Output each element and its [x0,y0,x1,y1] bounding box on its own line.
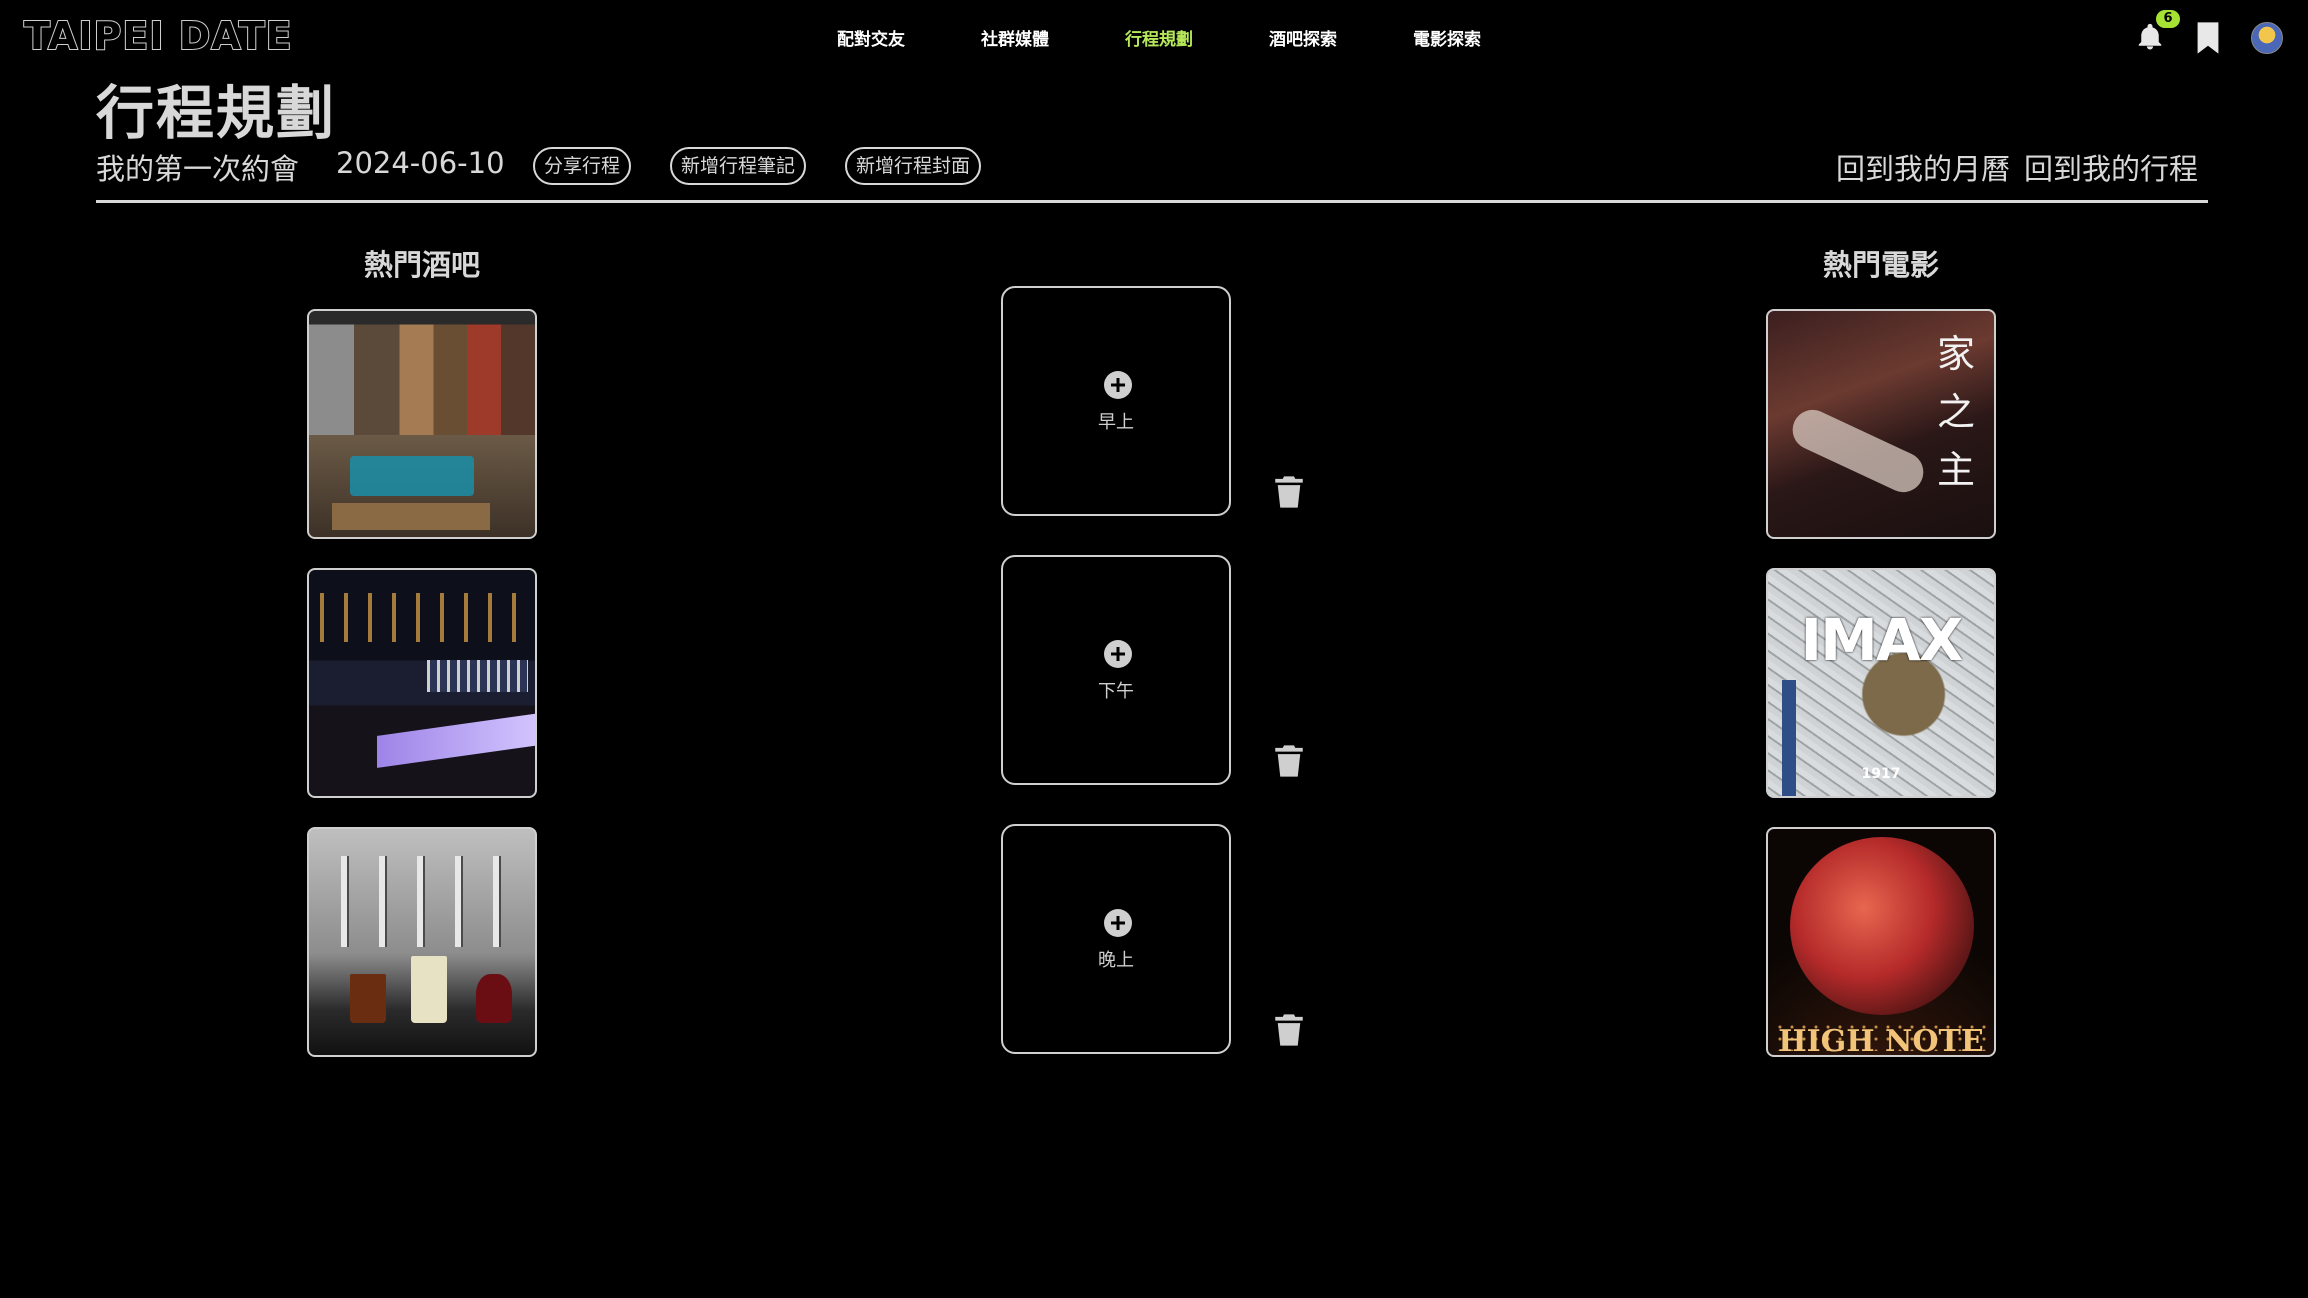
bar-photo-table [331,503,490,531]
trash-icon[interactable] [1274,1013,1304,1047]
add-trip-note-button[interactable]: 新增行程筆記 [670,147,807,185]
plus-circle-icon[interactable] [1103,370,1133,400]
popular-bars-title: 熱門酒吧 [363,248,481,282]
nav-item-movie-explore[interactable]: 電影探索 [1413,25,1481,50]
slot-label: 下午 [1098,681,1134,702]
movie-poster-imax-logo: IMAX [1800,606,1964,674]
trip-date: 2024-06-10 [336,146,505,180]
trip-name: 我的第一次約會 [96,152,300,186]
movie-card-1[interactable]: 家之主 [1766,309,1996,539]
back-to-trips-link[interactable]: 回到我的行程 [2024,146,2198,188]
bar-photo-rug [349,455,474,497]
back-to-calendar-link[interactable]: 回到我的月曆 [1836,146,2010,188]
bookmark-icon[interactable] [2195,21,2221,55]
page-title: 行程規劃 [96,79,337,147]
bar-photo-counter [376,711,535,768]
slot-label: 早上 [1098,412,1134,433]
trash-icon[interactable] [1274,475,1304,509]
nav-item-matching[interactable]: 配對交友 [837,25,905,50]
schedule-slot-afternoon[interactable]: 下午 [1001,555,1231,785]
bar-photo-taps [322,856,531,947]
nav-item-bar-explore[interactable]: 酒吧探索 [1269,25,1337,50]
slot-label: 晚上 [1098,950,1134,971]
plus-circle-icon[interactable] [1103,908,1133,938]
trash-icon[interactable] [1274,744,1304,778]
movie-poster-title: HIGH NOTE [1778,1024,1984,1057]
add-trip-cover-button[interactable]: 新增行程封面 [845,147,982,185]
bar-photo-shelf [426,660,529,693]
plus-circle-icon[interactable] [1103,639,1133,669]
movie-poster-title: 家之主 [1936,332,1975,492]
bar-photo-glass-wine [476,973,513,1024]
header-divider [96,200,2208,203]
popular-movies-title: 熱門電影 [1822,248,1940,282]
schedule-slot-morning[interactable]: 早上 [1001,286,1231,516]
bar-card-3[interactable] [307,827,537,1057]
share-trip-button[interactable]: 分享行程 [533,147,632,185]
notification-badge: 6 [2156,10,2180,28]
bar-photo-glass-highball [410,955,447,1024]
bar-photo-lights [320,592,524,643]
user-avatar[interactable] [2251,22,2283,54]
movie-poster-circle [1790,837,1974,1015]
bar-photo-glass-whisky [349,973,386,1024]
nav-item-social[interactable]: 社群媒體 [981,25,1049,50]
schedule-slot-evening[interactable]: 晚上 [1001,824,1231,1054]
main-nav: 配對交友 社群媒體 行程規劃 酒吧探索 電影探索 [0,25,2308,51]
movie-poster-title: 1917 [1861,766,1901,782]
movie-poster-figure [1786,403,1930,499]
bar-card-1[interactable] [307,309,537,539]
movie-card-3[interactable]: HIGH NOTE [1766,827,1996,1057]
movie-card-2[interactable]: IMAX 1917 [1766,568,1996,798]
bar-card-2[interactable] [307,568,537,798]
nav-item-trip-planning[interactable]: 行程規劃 [1125,25,1193,50]
